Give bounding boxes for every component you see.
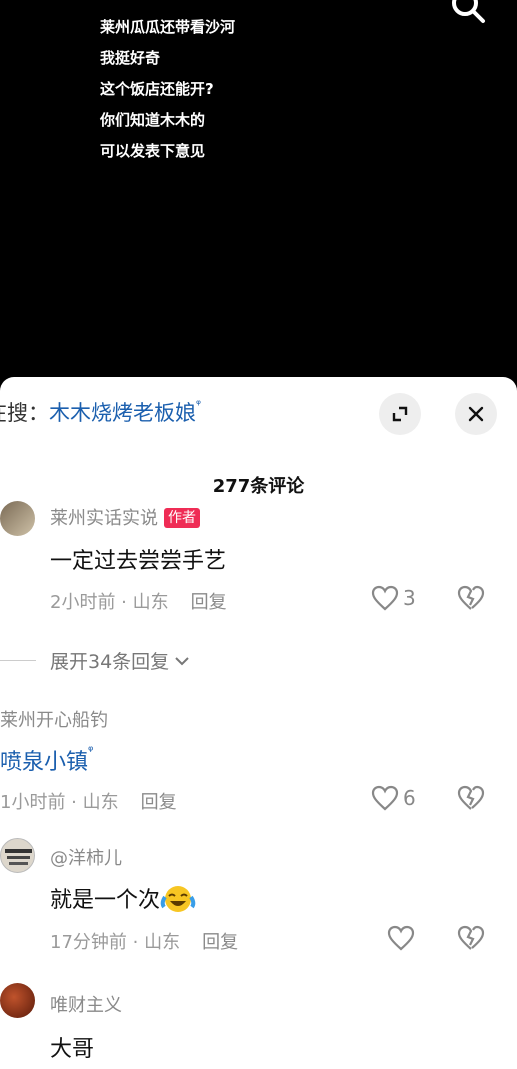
- search-small-icon: ᵠ: [88, 744, 94, 759]
- video-caption: 莱州瓜瓜还带看沙河 我挺好奇 这个饭店还能开? 你们知道木木的 可以发表下意见: [100, 12, 235, 167]
- heart-icon: [371, 585, 399, 611]
- comment-text[interactable]: 喷泉小镇ᵠ: [0, 744, 93, 776]
- reply-button[interactable]: 回复: [202, 932, 238, 953]
- expand-button[interactable]: [379, 393, 421, 435]
- search-icon[interactable]: [448, 0, 488, 28]
- avatar[interactable]: [0, 983, 35, 1018]
- caption-line: 可以发表下意见: [100, 142, 206, 160]
- broken-heart-icon: [457, 925, 485, 950]
- divider-line: [0, 660, 36, 661]
- comment-count: 277条评论: [212, 476, 305, 497]
- dislike-button[interactable]: [457, 785, 485, 815]
- heart-icon: [371, 785, 399, 811]
- broken-heart-icon: [457, 785, 485, 810]
- reply-button[interactable]: 回复: [141, 792, 177, 813]
- comment-text: 一定过去尝尝手艺: [50, 549, 227, 574]
- avatar[interactable]: [0, 501, 35, 536]
- expand-replies[interactable]: 展开34条回复: [0, 647, 191, 674]
- hot-search-prefix: 在搜：: [0, 401, 49, 425]
- caption-line: 这个饭店还能开?: [100, 80, 214, 98]
- hot-search-bar[interactable]: 在搜：木木烧烤老板娘ᵠ: [0, 397, 201, 427]
- search-small-icon: ᵠ: [196, 397, 201, 411]
- comment-text-content: 就是一个次: [50, 888, 161, 913]
- like-count: 3: [403, 586, 416, 610]
- chevron-down-icon: [175, 656, 189, 665]
- comment-author[interactable]: 莱州实话实说 作者: [50, 504, 200, 530]
- comment-author[interactable]: 莱州开心船钓: [0, 706, 108, 732]
- heart-icon: [387, 925, 415, 951]
- author-name: 莱州实话实说: [50, 508, 158, 529]
- comment-time-location: 2小时前 · 山东: [50, 592, 169, 613]
- comment-meta: 1小时前 · 山东 回复: [0, 788, 177, 814]
- like-count: 6: [403, 786, 416, 810]
- dislike-button[interactable]: [457, 585, 485, 615]
- author-name: @洋柿儿: [50, 848, 122, 869]
- close-button[interactable]: [455, 393, 497, 435]
- comment-author[interactable]: 唯财主义: [50, 991, 122, 1017]
- comment-time-location: 1小时前 · 山东: [0, 792, 119, 813]
- close-icon: [468, 406, 484, 422]
- comment-meta: 17分钟前 · 山东 回复: [50, 928, 238, 954]
- comment-meta: 2小时前 · 山东 回复: [50, 588, 227, 614]
- caption-line: 莱州瓜瓜还带看沙河: [100, 18, 236, 36]
- comment-text: 大哥: [50, 1037, 95, 1062]
- broken-heart-icon: [457, 585, 485, 610]
- comment-sheet: 在搜：木木烧烤老板娘ᵠ 277条评论 莱州实话实说作者 一定过去尝尝手艺 2小时…: [0, 377, 517, 1069]
- expand-icon: [392, 406, 408, 422]
- author-badge: 作者: [164, 508, 200, 528]
- comment-link[interactable]: 喷泉小镇: [0, 750, 88, 775]
- comment-time-location: 17分钟前 · 山东: [50, 932, 181, 953]
- reply-button[interactable]: 回复: [191, 592, 227, 613]
- caption-line: 你们知道木木的: [100, 111, 206, 129]
- laughing-crying-emoji-icon: [160, 886, 196, 912]
- video-area[interactable]: 莱州瓜瓜还带看沙河 我挺好奇 这个饭店还能开? 你们知道木木的 可以发表下意见: [0, 0, 517, 380]
- hot-search-term[interactable]: 木木烧烤老板娘: [49, 401, 196, 425]
- avatar[interactable]: [0, 838, 35, 873]
- dislike-button[interactable]: [457, 925, 485, 955]
- comment-author[interactable]: @洋柿儿: [50, 844, 122, 870]
- caption-line: 我挺好奇: [100, 49, 161, 67]
- like-button[interactable]: 3: [371, 585, 416, 611]
- like-button[interactable]: [387, 925, 419, 951]
- comment-text: 就是一个次: [50, 882, 196, 914]
- author-name: 唯财主义: [50, 995, 122, 1016]
- like-button[interactable]: 6: [371, 785, 416, 811]
- author-name: 莱州开心船钓: [0, 710, 108, 731]
- expand-replies-label: 展开34条回复: [50, 651, 170, 673]
